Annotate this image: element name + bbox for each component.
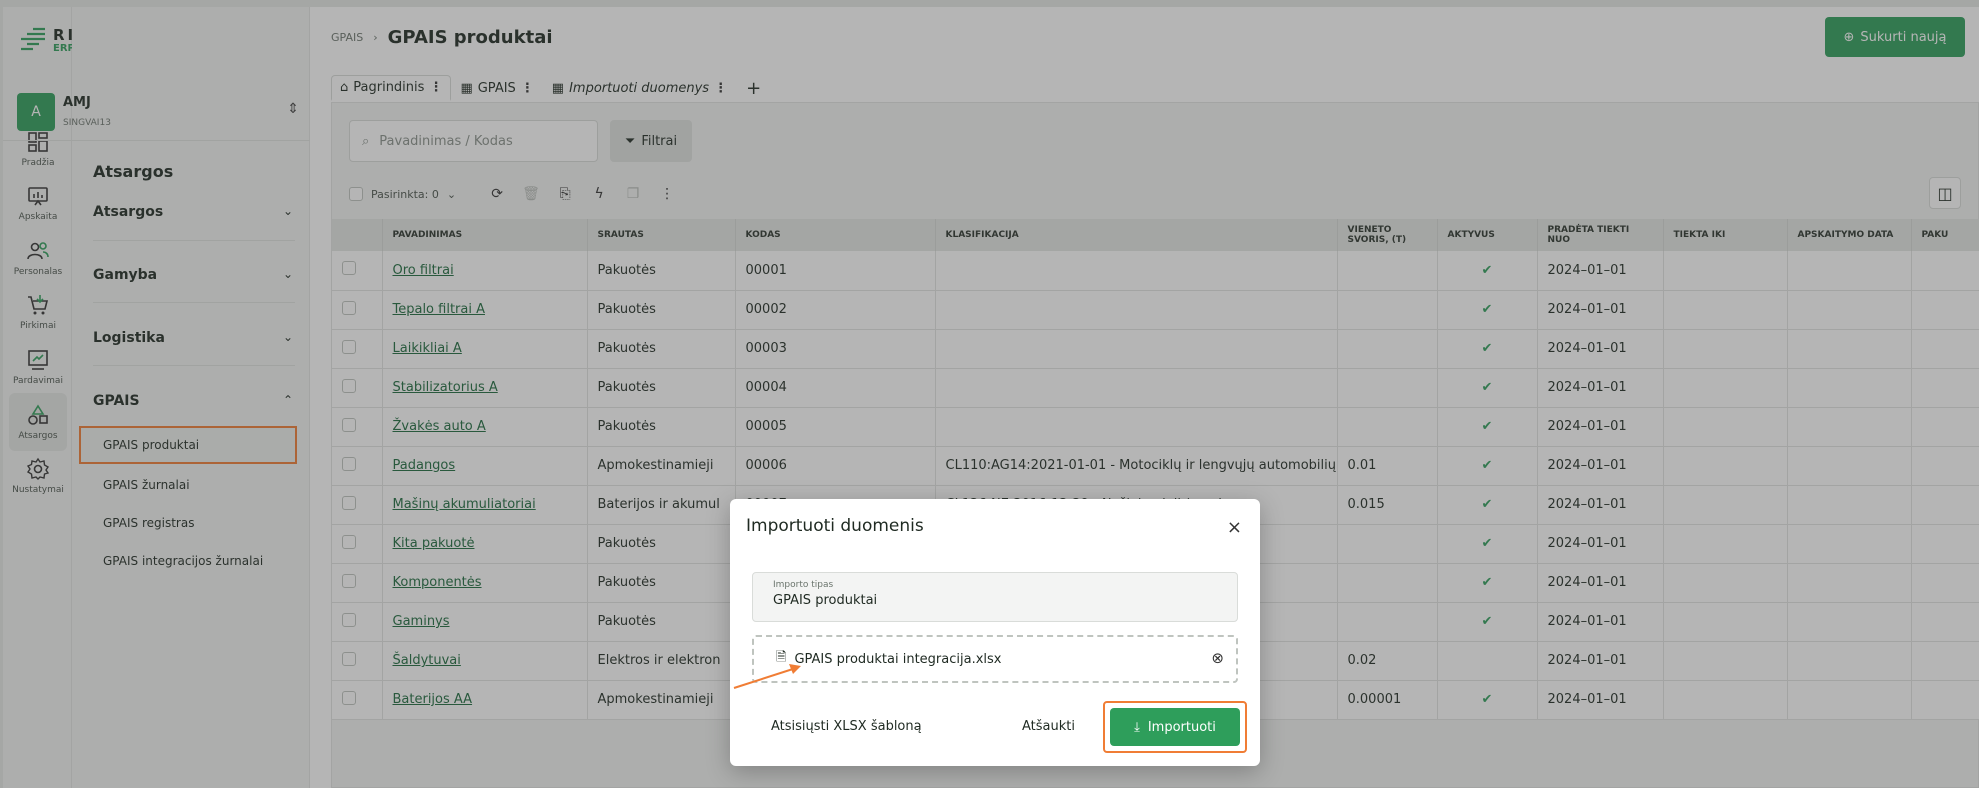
file-dropzone[interactable]: 🗎 GPAIS produktai integracija.xlsx ⊗ [752, 635, 1238, 683]
remove-file-icon[interactable]: ⊗ [1211, 649, 1224, 667]
import-highlight: ⤓ Importuoti [1103, 701, 1247, 753]
cancel-button[interactable]: Atšaukti [1022, 719, 1075, 734]
import-type-field[interactable]: Importo tipas GPAIS produktai [752, 572, 1238, 622]
dialog-title: Importuoti duomenis [746, 516, 924, 536]
file-icon: 🗎 [776, 650, 787, 665]
file-name: GPAIS produktai integracija.xlsx [794, 651, 1002, 667]
import-dialog: Importuoti duomenis × Importo tipas GPAI… [730, 499, 1260, 766]
field-value: GPAIS produktai [773, 593, 878, 608]
download-icon: ⤓ [1134, 719, 1140, 735]
field-label: Importo tipas [773, 580, 834, 590]
download-template-button[interactable]: Atsisiųsti XLSX šabloną [771, 719, 922, 734]
import-button[interactable]: ⤓ Importuoti [1110, 708, 1240, 746]
close-icon[interactable]: × [1227, 517, 1242, 538]
import-label: Importuoti [1147, 719, 1216, 735]
